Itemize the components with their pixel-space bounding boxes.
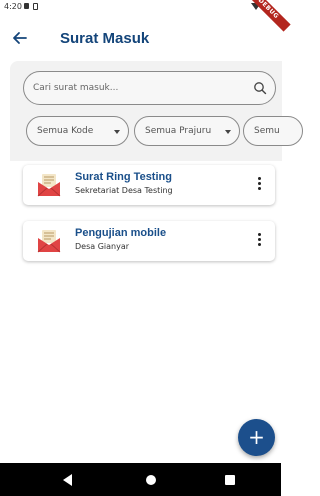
filter-extra-dropdown[interactable]: Semu [243, 116, 303, 146]
search-input[interactable] [33, 72, 243, 104]
system-nav-bar [0, 463, 281, 496]
filter-prajuru-dropdown[interactable]: Semua Prajuru [134, 116, 240, 146]
nav-home-icon[interactable] [146, 475, 156, 485]
filter-kode-dropdown[interactable]: Semua Kode [26, 116, 129, 146]
mail-icon [37, 230, 61, 253]
notification-icon [24, 3, 29, 9]
letter-sender: Sekretariat Desa Testing [75, 186, 173, 195]
letter-title: Pengujian mobile [75, 227, 167, 239]
nav-back-icon[interactable] [63, 474, 72, 486]
search-icon[interactable] [253, 81, 267, 95]
arrow-left-icon[interactable] [10, 28, 30, 48]
list-item[interactable]: Surat Ring Testing Sekretariat Desa Test… [23, 165, 275, 205]
mail-icon [37, 174, 61, 197]
plus-icon: + [248, 425, 265, 449]
letter-title: Surat Ring Testing [75, 171, 172, 183]
add-letter-button[interactable]: + [238, 419, 275, 456]
filter-kode-label: Semua Kode [37, 126, 94, 136]
more-vert-icon[interactable] [257, 177, 261, 191]
status-bar: 4:20 [0, 0, 281, 16]
list-item[interactable]: Pengujian mobile Desa Gianyar [23, 221, 275, 261]
nav-recents-icon[interactable] [225, 475, 235, 485]
more-vert-icon[interactable] [257, 233, 261, 247]
search-box[interactable] [23, 71, 276, 105]
app-bar: Surat Masuk [0, 24, 281, 56]
filter-prajuru-label: Semua Prajuru [145, 126, 212, 136]
sim-icon [33, 3, 38, 10]
status-time: 4:20 [4, 2, 22, 11]
chevron-down-icon [225, 130, 231, 134]
chevron-down-icon [114, 130, 120, 134]
page-title: Surat Masuk [60, 30, 150, 47]
status-notification-icons [24, 3, 38, 10]
letter-sender: Desa Gianyar [75, 242, 130, 251]
filter-extra-label: Semu [254, 126, 280, 136]
